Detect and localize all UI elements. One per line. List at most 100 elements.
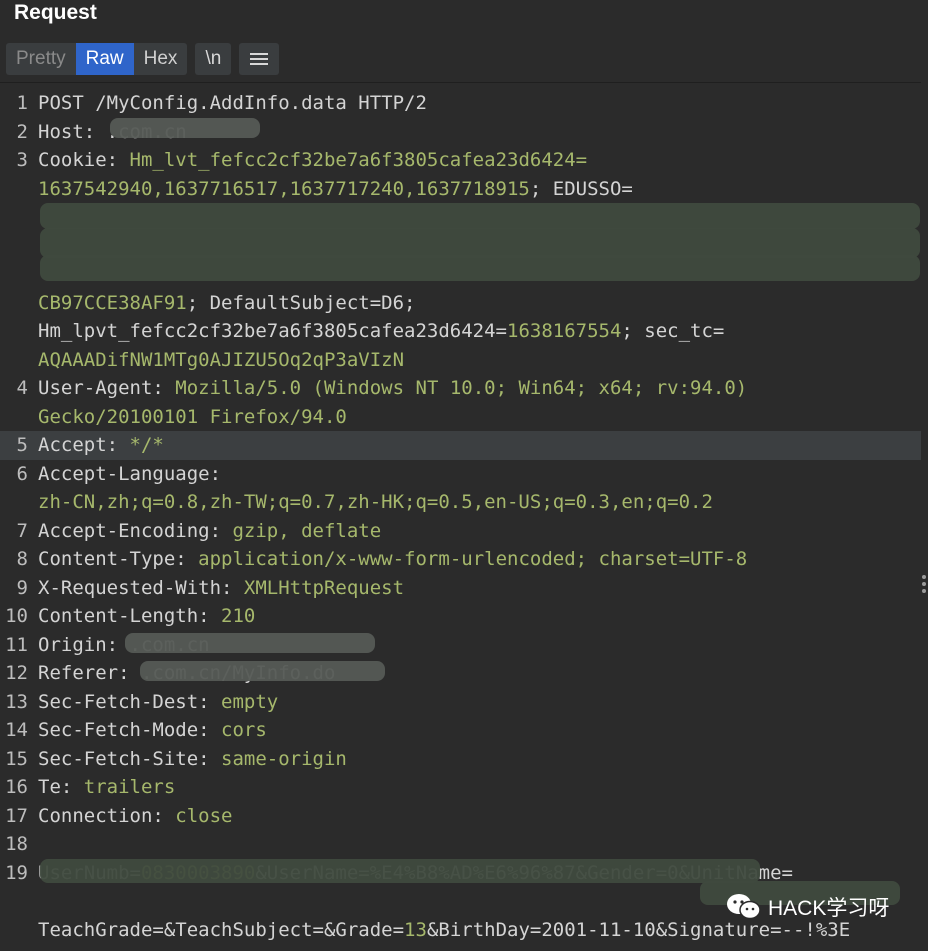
line-number: 14 xyxy=(5,719,28,741)
wechat-icon xyxy=(726,893,762,921)
editor-line: 13 Sec-Fetch-Dest: empty xyxy=(0,688,921,717)
editor-line: 9 X-Requested-With: XMLHttpRequest xyxy=(0,574,921,603)
header-value: close xyxy=(175,804,233,827)
watermark: HACK学习呀 xyxy=(726,892,889,922)
header-value: Mozilla/5.0 (Windows NT 10.0; Win64; x64… xyxy=(175,377,748,399)
header-value: 13 xyxy=(404,918,427,941)
line-number: 13 xyxy=(5,690,28,713)
header-value: 1638167554 xyxy=(507,320,622,342)
line-number: 8 xyxy=(16,548,28,570)
editor-line: 1 POST /MyConfig.AddInfo.data HTTP/2 xyxy=(0,89,921,118)
redaction-blur xyxy=(140,661,385,681)
line-code: Te: trailers xyxy=(38,773,175,802)
tab-hex[interactable]: Hex xyxy=(134,43,188,75)
line-code: Accept-Encoding: gzip, deflate xyxy=(38,517,381,546)
panel-title: Request xyxy=(14,1,97,24)
header-key: User-Agent: xyxy=(38,377,176,399)
header-value: AQAAADifNW1MTg0AJIZU5Oq2qP3aVIzN xyxy=(38,348,405,371)
line-number: 15 xyxy=(5,747,28,770)
editor-line: 16 Te: trailers xyxy=(0,773,921,802)
show-newlines-button[interactable]: \n xyxy=(195,43,232,75)
header-value: XMLHttpRequest xyxy=(243,576,405,599)
header-value: Hm_lvt_fefcc2cf32be7a6f3805cafea23d6424= xyxy=(129,149,588,171)
redaction-blur xyxy=(125,633,375,653)
header-value: application/x-www-form-urlencoded; chars… xyxy=(198,548,748,570)
line-code: Sec-Fetch-Site: same-origin xyxy=(38,745,347,774)
header-key: Sec-Fetch-Mode: xyxy=(38,719,222,741)
editor-line: AQAAADifNW1MTg0AJIZU5Oq2qP3aVIzN xyxy=(0,346,921,375)
options-menu-button[interactable] xyxy=(239,43,280,75)
line-code: Sec-Fetch-Mode: cors xyxy=(38,716,267,745)
view-mode-tabs: Pretty Raw Hex xyxy=(6,43,188,75)
line-tail: ; EDUSSO= xyxy=(529,177,633,200)
line-tail: ; sec_tc= xyxy=(621,320,725,342)
header-key: POST /MyConfig.AddInfo.data HTTP/2 xyxy=(38,92,427,114)
header-key: Accept-Encoding: xyxy=(38,519,233,542)
line-number: 12 xyxy=(5,662,28,684)
header-value: empty xyxy=(221,690,279,713)
hamburger-icon xyxy=(250,53,269,65)
header-key: Sec-Fetch-Site: xyxy=(38,747,222,770)
editor-line: 3 Cookie: Hm_lvt_fefcc2cf32be7a6f3805cafe… xyxy=(0,146,921,175)
editor-line: 12Referer: .com.cn/MyInfo.do xyxy=(0,659,921,688)
line-number: 2 xyxy=(16,120,28,143)
editor-line: 7 Accept-Encoding: gzip, deflate xyxy=(0,517,921,546)
header-key: Sec-Fetch-Dest: xyxy=(38,690,222,713)
header-key: X-Requested-With: xyxy=(38,576,244,599)
line-number: 18 xyxy=(5,833,28,855)
header-key: Hm_lpvt_fefcc2cf32be7a6f3805cafea23d6424… xyxy=(38,320,507,342)
tab-pretty[interactable]: Pretty xyxy=(6,43,76,75)
line-number: 7 xyxy=(16,519,28,542)
line-code: Accept: */* xyxy=(38,431,164,460)
line-code: 1637542940,1637716517,1637717240,1637718… xyxy=(38,175,633,204)
editor-line: 5 Accept: */* xyxy=(0,431,921,460)
editor-line: 6 Accept-Language: xyxy=(0,460,921,489)
line-code: Sec-Fetch-Dest: empty xyxy=(38,688,278,717)
editor-line: Hm_lpvt_fefcc2cf32be7a6f3805cafea23d6424… xyxy=(0,317,921,346)
editor-line: 15 Sec-Fetch-Site: same-origin xyxy=(0,745,921,774)
line-number: 10 xyxy=(5,605,28,627)
header-value: same-origin xyxy=(221,747,347,770)
header-value: Gecko/20100101 Firefox/94.0 xyxy=(38,405,347,428)
line-number: 4 xyxy=(16,377,28,399)
tab-raw[interactable]: Raw xyxy=(75,43,134,75)
header-value: 1637542940,1637716517,1637717240,1637718… xyxy=(38,177,530,200)
redaction-blur xyxy=(40,255,920,281)
header-value: CB97CCE38AF91 xyxy=(38,291,187,314)
line-code: Hm_lpvt_fefcc2cf32be7a6f3805cafea23d6424… xyxy=(38,317,724,346)
header-value: cors xyxy=(221,719,267,741)
editor-line: 14 Sec-Fetch-Mode: cors xyxy=(0,716,921,745)
line-code: Content-Type: application/x-www-form-url… xyxy=(38,545,747,574)
line-code: User-Agent: Mozilla/5.0 (Windows NT 10.0… xyxy=(38,374,747,403)
editor-line: 10 Content-Length: 210 xyxy=(0,602,921,631)
line-code: zh-CN,zh;q=0.8,zh-TW;q=0.7,zh-HK;q=0.5,e… xyxy=(38,488,713,517)
header-key: Content-Length: xyxy=(38,605,222,627)
editor-line: 4 User-Agent: Mozilla/5.0 (Windows NT 10.… xyxy=(0,374,921,403)
header-value: */* xyxy=(129,434,164,456)
header-key: Host: xyxy=(38,120,107,143)
line-number: 19 xyxy=(5,861,28,884)
line-number: 5 xyxy=(16,434,28,456)
line-number: 17 xyxy=(5,804,28,827)
header-key: TeachGrade=&TeachSubject=&Grade= xyxy=(38,918,405,941)
line-number: 3 xyxy=(16,149,28,171)
watermark-text: HACK学习呀 xyxy=(768,897,890,920)
header-key: Origin: xyxy=(38,633,130,656)
line-code: Content-Length: 210 xyxy=(38,602,255,631)
line-number: 1 xyxy=(16,92,28,114)
header-key: Referer: xyxy=(38,662,141,684)
editor-toolbar: Pretty Raw Hex \n xyxy=(6,43,280,75)
scrollbar-grip-icon[interactable] xyxy=(922,575,928,596)
line-number: 9 xyxy=(16,576,28,599)
line-code: Cookie: Hm_lvt_fefcc2cf32be7a6f3805cafea… xyxy=(38,146,587,175)
editor-line: 1637542940,1637716517,1637717240,1637718… xyxy=(0,175,921,204)
line-number: 16 xyxy=(5,776,28,798)
header-key: Accept-Language: xyxy=(38,462,222,485)
editor-line: 17 Connection: close xyxy=(0,802,921,831)
header-key: Cookie: xyxy=(38,149,130,171)
editor-line: 8 Content-Type: application/x-www-form-ur… xyxy=(0,545,921,574)
line-code: AQAAADifNW1MTg0AJIZU5Oq2qP3aVIzN xyxy=(38,346,404,375)
editor-line: Gecko/20100101 Firefox/94.0 xyxy=(0,403,921,432)
request-editor[interactable]: 1 POST /MyConfig.AddInfo.data HTTP/2 2 Host… xyxy=(0,82,921,951)
line-number: 6 xyxy=(16,462,28,485)
